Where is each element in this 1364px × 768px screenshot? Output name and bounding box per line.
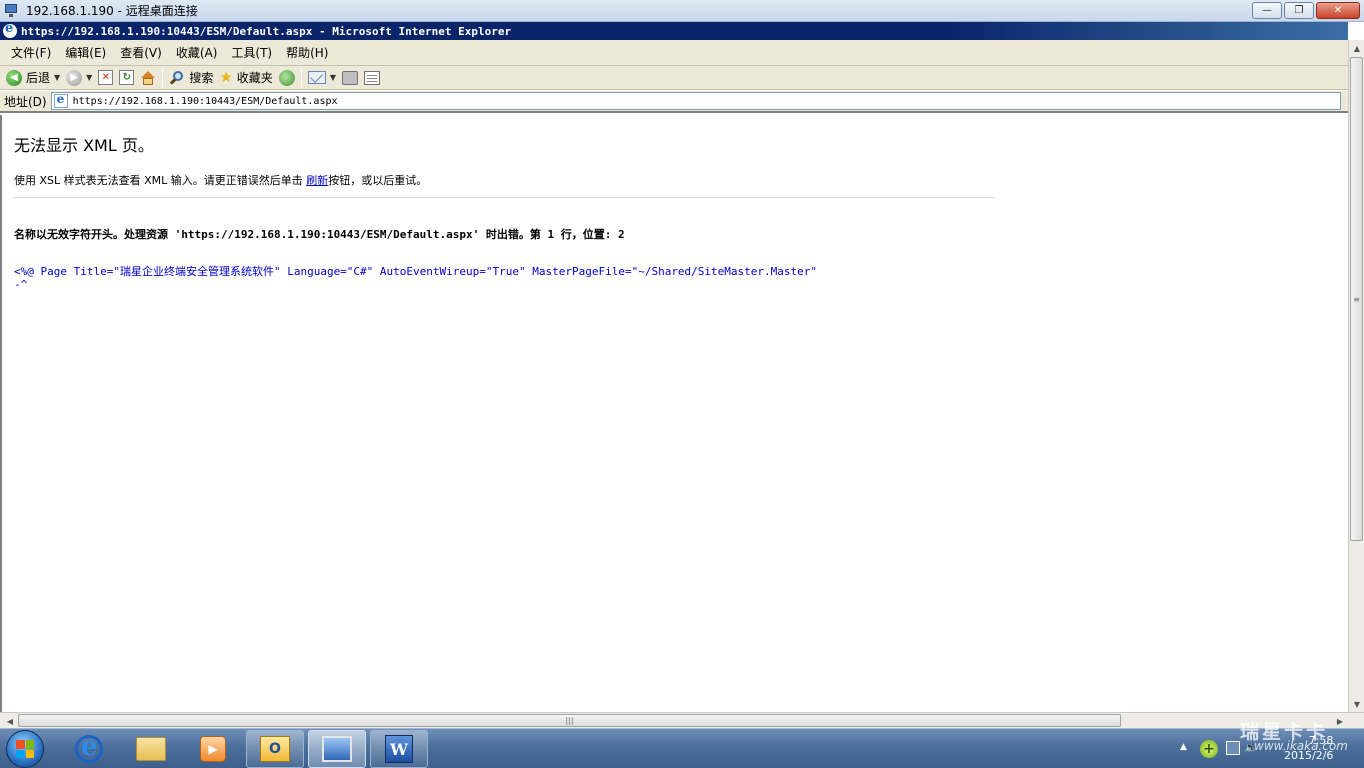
logo-pane-blue: [16, 749, 25, 758]
menu-help[interactable]: 帮助(H): [279, 42, 335, 63]
home-icon: [140, 70, 156, 86]
address-url[interactable]: https://192.168.1.190:10443/ESM/Default.…: [73, 96, 338, 107]
word-icon: W: [385, 735, 413, 763]
taskbar-ie[interactable]: [60, 730, 118, 768]
mail-icon: [307, 71, 326, 84]
ie-window-title: https://192.168.1.190:10443/ESM/Default.…: [21, 24, 512, 38]
address-label: 地址(D): [4, 94, 47, 109]
windows-logo-icon: [16, 740, 34, 758]
source-line: <%@ Page Title="瑞星企业终端安全管理系统软件" Language…: [14, 265, 818, 278]
taskbar-outlook[interactable]: O: [246, 730, 304, 768]
outlook-icon: O: [260, 736, 290, 762]
vertical-scrollbar[interactable]: ▲ ≡ ▼: [1348, 40, 1364, 712]
back-label: 后退: [26, 71, 51, 85]
scroll-right-icon[interactable]: ▶: [1332, 713, 1348, 729]
stop-button[interactable]: ✕: [95, 67, 116, 89]
toolbar-separator: [162, 68, 164, 87]
refresh-icon: ↻: [119, 70, 135, 85]
restore-button[interactable]: ❐: [1284, 2, 1314, 19]
taskbar: ▶ O W ▲ + 🔈 瑞星卡卡 www.ikaka.com 7:58 2015…: [0, 721, 1364, 768]
back-dropdown-icon[interactable]: ▼: [54, 73, 60, 82]
media-button[interactable]: [276, 67, 298, 89]
taskbar-media-player[interactable]: ▶: [184, 730, 242, 768]
logo-pane-yellow: [25, 749, 34, 758]
network-icon[interactable]: [1226, 741, 1240, 755]
favorites-button[interactable]: ★ 收藏夹: [216, 67, 275, 89]
mail-dropdown-icon[interactable]: ▼: [330, 73, 336, 82]
rdp-window-title: 192.168.1.190 - 远程桌面连接: [26, 4, 198, 18]
printer-icon: [341, 70, 358, 85]
favorites-label: 收藏夹: [236, 71, 273, 85]
desc-text-after: 按钮，或以后重试。: [328, 174, 428, 187]
address-input[interactable]: https://192.168.1.190:10443/ESM/Default.…: [50, 92, 1341, 110]
remote-desktop-icon: [322, 736, 352, 762]
clock-date: 2015/2/6: [1284, 749, 1334, 762]
error-title: 无法显示 XML 页。: [14, 136, 154, 155]
clock-time: 7:58: [1308, 734, 1334, 747]
vertical-scroll-thumb[interactable]: ≡: [1350, 57, 1363, 541]
error-description: 使用 XSL 样式表无法查看 XML 输入。请更正错误然后单击 刷新按钮，或以后…: [14, 172, 427, 188]
toolbar: ◀ 后退 ▼ ▶ ▼ ✕ ↻ 搜索 ★ 收藏夹 ▼: [0, 66, 1348, 90]
menu-bar: 文件(F) 编辑(E) 查看(V) 收藏(A) 工具(T) 帮助(H): [0, 40, 1348, 66]
edit-page-icon: [363, 70, 380, 85]
home-button[interactable]: [137, 67, 159, 89]
forward-dropdown-icon[interactable]: ▼: [86, 73, 92, 82]
refresh-button[interactable]: ↻: [116, 67, 137, 89]
menu-file[interactable]: 文件(F): [4, 42, 58, 63]
desc-text-before: 使用 XSL 样式表无法查看 XML 输入。请更正错误然后单击: [14, 174, 307, 187]
scroll-left-icon[interactable]: ◀: [2, 713, 18, 729]
stop-icon: ✕: [98, 70, 114, 85]
toolbar-separator: [300, 68, 302, 87]
menu-view[interactable]: 查看(V): [113, 42, 169, 63]
start-button[interactable]: [6, 730, 44, 768]
media-icon: [278, 69, 295, 86]
page-icon: [53, 92, 68, 108]
mail-button[interactable]: ▼: [305, 67, 339, 89]
divider: [14, 197, 994, 198]
clock[interactable]: 7:58 2015/2/6: [1284, 733, 1333, 763]
edit-button[interactable]: [361, 67, 383, 89]
page-content: 无法显示 XML 页。 使用 XSL 样式表无法查看 XML 输入。请更正错误然…: [0, 115, 1348, 712]
search-label: 搜索: [189, 71, 214, 85]
star-icon: ★: [219, 68, 233, 86]
print-button[interactable]: [339, 67, 361, 89]
back-arrow-icon: ◀: [6, 69, 22, 86]
taskbar-remote-desktop[interactable]: [308, 730, 366, 768]
search-icon: [169, 70, 185, 86]
ie-title-bar[interactable]: https://192.168.1.190:10443/ESM/Default.…: [0, 21, 1348, 40]
scroll-up-icon[interactable]: ▲: [1349, 40, 1364, 56]
horizontal-scroll-thumb[interactable]: |||: [18, 714, 1121, 727]
folder-icon: [136, 737, 166, 761]
refresh-link[interactable]: 刷新: [306, 174, 328, 187]
taskbar-word[interactable]: W: [370, 730, 428, 768]
media-player-icon: ▶: [200, 736, 226, 762]
search-button[interactable]: 搜索: [166, 67, 216, 89]
remote-desktop-icon: [4, 3, 20, 19]
tray-expand-icon[interactable]: ▲: [1180, 742, 1187, 752]
address-bar: 地址(D) https://192.168.1.190:10443/ESM/De…: [0, 91, 1348, 113]
horizontal-scrollbar[interactable]: ◀ ||| ▶: [0, 712, 1364, 728]
internet-explorer-icon: [75, 732, 103, 763]
ie-icon: [3, 21, 17, 38]
tray-plus-icon[interactable]: +: [1200, 740, 1218, 758]
minimize-button[interactable]: —: [1252, 2, 1282, 19]
forward-button[interactable]: ▶ ▼: [63, 67, 95, 89]
menu-favorites[interactable]: 收藏(A): [169, 42, 225, 63]
close-button[interactable]: ✕: [1316, 2, 1360, 19]
logo-pane-red: [16, 740, 25, 749]
taskbar-explorer[interactable]: [122, 730, 180, 768]
back-button[interactable]: ◀ 后退 ▼: [3, 67, 63, 89]
rdp-title-bar[interactable]: 192.168.1.190 - 远程桌面连接 — ❐ ✕: [0, 0, 1364, 22]
logo-pane-green: [25, 740, 34, 749]
scroll-down-icon[interactable]: ▼: [1349, 696, 1364, 712]
forward-arrow-icon: ▶: [66, 69, 83, 86]
error-message: 名称以无效字符开头。处理资源 'https://192.168.1.190:10…: [14, 228, 625, 241]
error-caret: -^: [14, 278, 28, 291]
menu-tools[interactable]: 工具(T): [224, 42, 279, 63]
menu-edit[interactable]: 编辑(E): [58, 42, 113, 63]
